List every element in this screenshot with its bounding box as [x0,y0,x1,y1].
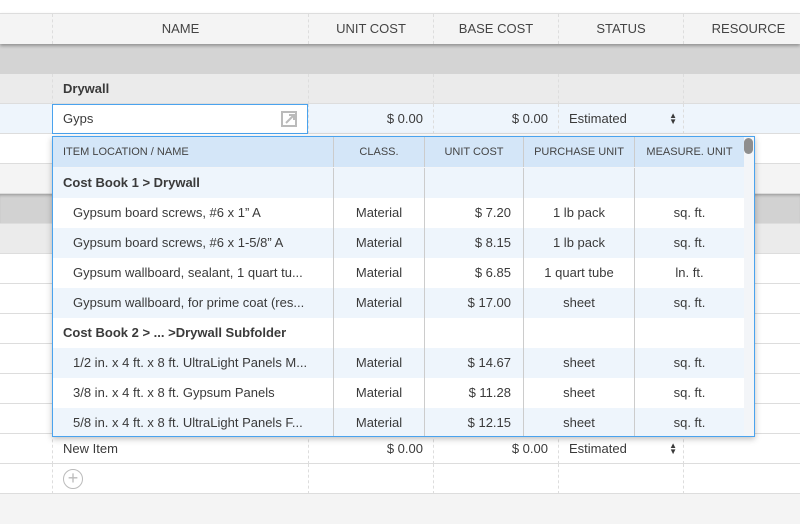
new-item-unit-cost[interactable]: $ 0.00 [308,434,433,464]
popup-cell-cost: $ 11.28 [424,378,523,408]
popup-cell-purchase: sheet [523,348,634,378]
popup-cell-cost: $ 14.67 [424,348,523,378]
popup-cell-measure: sq. ft. [634,198,744,228]
popup-cell-measure: ln. ft. [634,258,744,288]
header-base-cost[interactable]: BASE COST [433,14,558,44]
popup-cell-class: Material [333,198,424,228]
popup-cell-purchase: sheet [523,288,634,318]
popup-cell-purchase: 1 lb pack [523,228,634,258]
popup-group-row: Cost Book 1 > Drywall [53,168,744,198]
popup-header: ITEM LOCATION / NAME CLASS. UNIT COST PU… [53,137,744,167]
unit-cost[interactable]: $ 0.00 [308,104,433,134]
new-item-base-cost[interactable]: $ 0.00 [433,434,558,464]
group-band [0,44,800,74]
name-input[interactable]: Gyps [52,104,308,134]
popup-group-row: Cost Book 2 > ... >Drywall Subfolder [53,318,744,348]
header-unit-cost[interactable]: UNIT COST [308,14,433,44]
popup-cell-class: Material [333,258,424,288]
popup-cell-class: Material [333,288,424,318]
popup-cell-cost: $ 8.15 [424,228,523,258]
status-value: Estimated [569,441,627,456]
popup-cell-class: Material [333,348,424,378]
popup-item-row[interactable]: Gypsum wallboard, for prime coat (res...… [53,288,744,318]
popup-item-row[interactable]: Gypsum board screws, #6 x 1-5/8” A Materi… [53,228,744,258]
popup-cell-measure: sq. ft. [634,288,744,318]
add-item-button[interactable]: + [63,469,83,489]
popup-cell-purchase: 1 quart tube [523,258,634,288]
popup-cell-class: Material [333,378,424,408]
popup-cell-name: 5/8 in. x 4 ft. x 8 ft. UltraLight Panel… [73,415,303,430]
popup-group-label: Cost Book 1 > Drywall [63,175,200,190]
updown-chevron-icon: ▲ ▼ [669,441,677,456]
popup-cell-class: Material [333,228,424,258]
popup-cell-purchase: sheet [523,378,634,408]
popup-cell [523,168,634,198]
popup-item-row[interactable]: 1/2 in. x 4 ft. x 8 ft. UltraLight Panel… [53,348,744,378]
popup-cell-name: Gypsum wallboard, sealant, 1 quart tu... [73,265,303,280]
popup-cell [424,318,523,348]
popup-cell-class: Material [333,408,424,436]
popup-cell-measure: sq. ft. [634,348,744,378]
scrollbar-thumb[interactable] [744,138,753,154]
editing-row[interactable]: Gyps $ 0.00 $ 0.00 Estimated ▲ ▼ [0,104,800,134]
autocomplete-popup: ITEM LOCATION / NAME CLASS. UNIT COST PU… [52,136,755,437]
popup-item-row[interactable]: 5/8 in. x 4 ft. x 8 ft. UltraLight Panel… [53,408,744,436]
popup-cell-measure: sq. ft. [634,228,744,258]
popup-header-unit-cost: UNIT COST [424,137,523,167]
popup-cell-purchase: 1 lb pack [523,198,634,228]
popup-header-purchase-unit: PURCHASE UNIT [523,137,634,167]
popup-cell-name: Gypsum board screws, #6 x 1” A [73,205,261,220]
popup-cell [333,318,424,348]
new-item-status-select[interactable]: Estimated ▲ ▼ [558,434,683,464]
popup-item-row[interactable]: Gypsum wallboard, sealant, 1 quart tu...… [53,258,744,288]
popup-cell-cost: $ 6.85 [424,258,523,288]
status-select[interactable]: Estimated ▲ ▼ [558,104,683,134]
name-input-value: Gyps [63,111,94,126]
header-resource[interactable]: RESOURCE [683,14,800,44]
popup-cell-purchase: sheet [523,408,634,436]
popup-cell [523,318,634,348]
popup-header-measure-unit: MEASURE. UNIT [634,137,744,167]
popup-cell-name: 1/2 in. x 4 ft. x 8 ft. UltraLight Panel… [73,355,308,370]
popup-cell-measure: sq. ft. [634,408,744,436]
popup-header-name: ITEM LOCATION / NAME [63,146,189,158]
new-item-name[interactable]: New Item [52,434,308,464]
popup-group-label: Cost Book 2 > ... >Drywall Subfolder [63,325,287,340]
popup-cell [634,318,744,348]
section-row: Drywall [0,74,800,104]
popup-cell [634,168,744,198]
popup-cell-name: Gypsum board screws, #6 x 1-5/8” A [73,235,284,250]
new-item-row[interactable]: New Item $ 0.00 $ 0.00 Estimated ▲ ▼ [0,434,800,464]
popup-cell-measure: sq. ft. [634,378,744,408]
popup-cell-cost: $ 17.00 [424,288,523,318]
popup-cell [333,168,424,198]
header-name[interactable]: NAME [52,14,308,44]
popup-item-row[interactable]: 3/8 in. x 4 ft. x 8 ft. Gypsum Panels Mat… [53,378,744,408]
popup-cell-name: Gypsum wallboard, for prime coat (res... [73,295,305,310]
footer-band [0,494,800,524]
popup-header-class: CLASS. [333,137,424,167]
popup-cell-cost: $ 12.15 [424,408,523,436]
base-cost[interactable]: $ 0.00 [433,104,558,134]
updown-chevron-icon: ▲ ▼ [669,111,677,126]
status-value: Estimated [569,111,627,126]
popup-item-row[interactable]: Gypsum board screws, #6 x 1” A Material $ … [53,198,744,228]
open-external-icon[interactable] [281,111,297,127]
popup-cell-cost: $ 7.20 [424,198,523,228]
section-title: Drywall [52,74,308,104]
header-status[interactable]: STATUS [558,14,683,44]
popup-cell [424,168,523,198]
add-row: + [0,464,800,494]
table-header: NAME UNIT COST BASE COST STATUS RESOURCE [0,13,800,44]
header-blank [0,14,52,44]
popup-cell-name: 3/8 in. x 4 ft. x 8 ft. Gypsum Panels [73,385,275,400]
